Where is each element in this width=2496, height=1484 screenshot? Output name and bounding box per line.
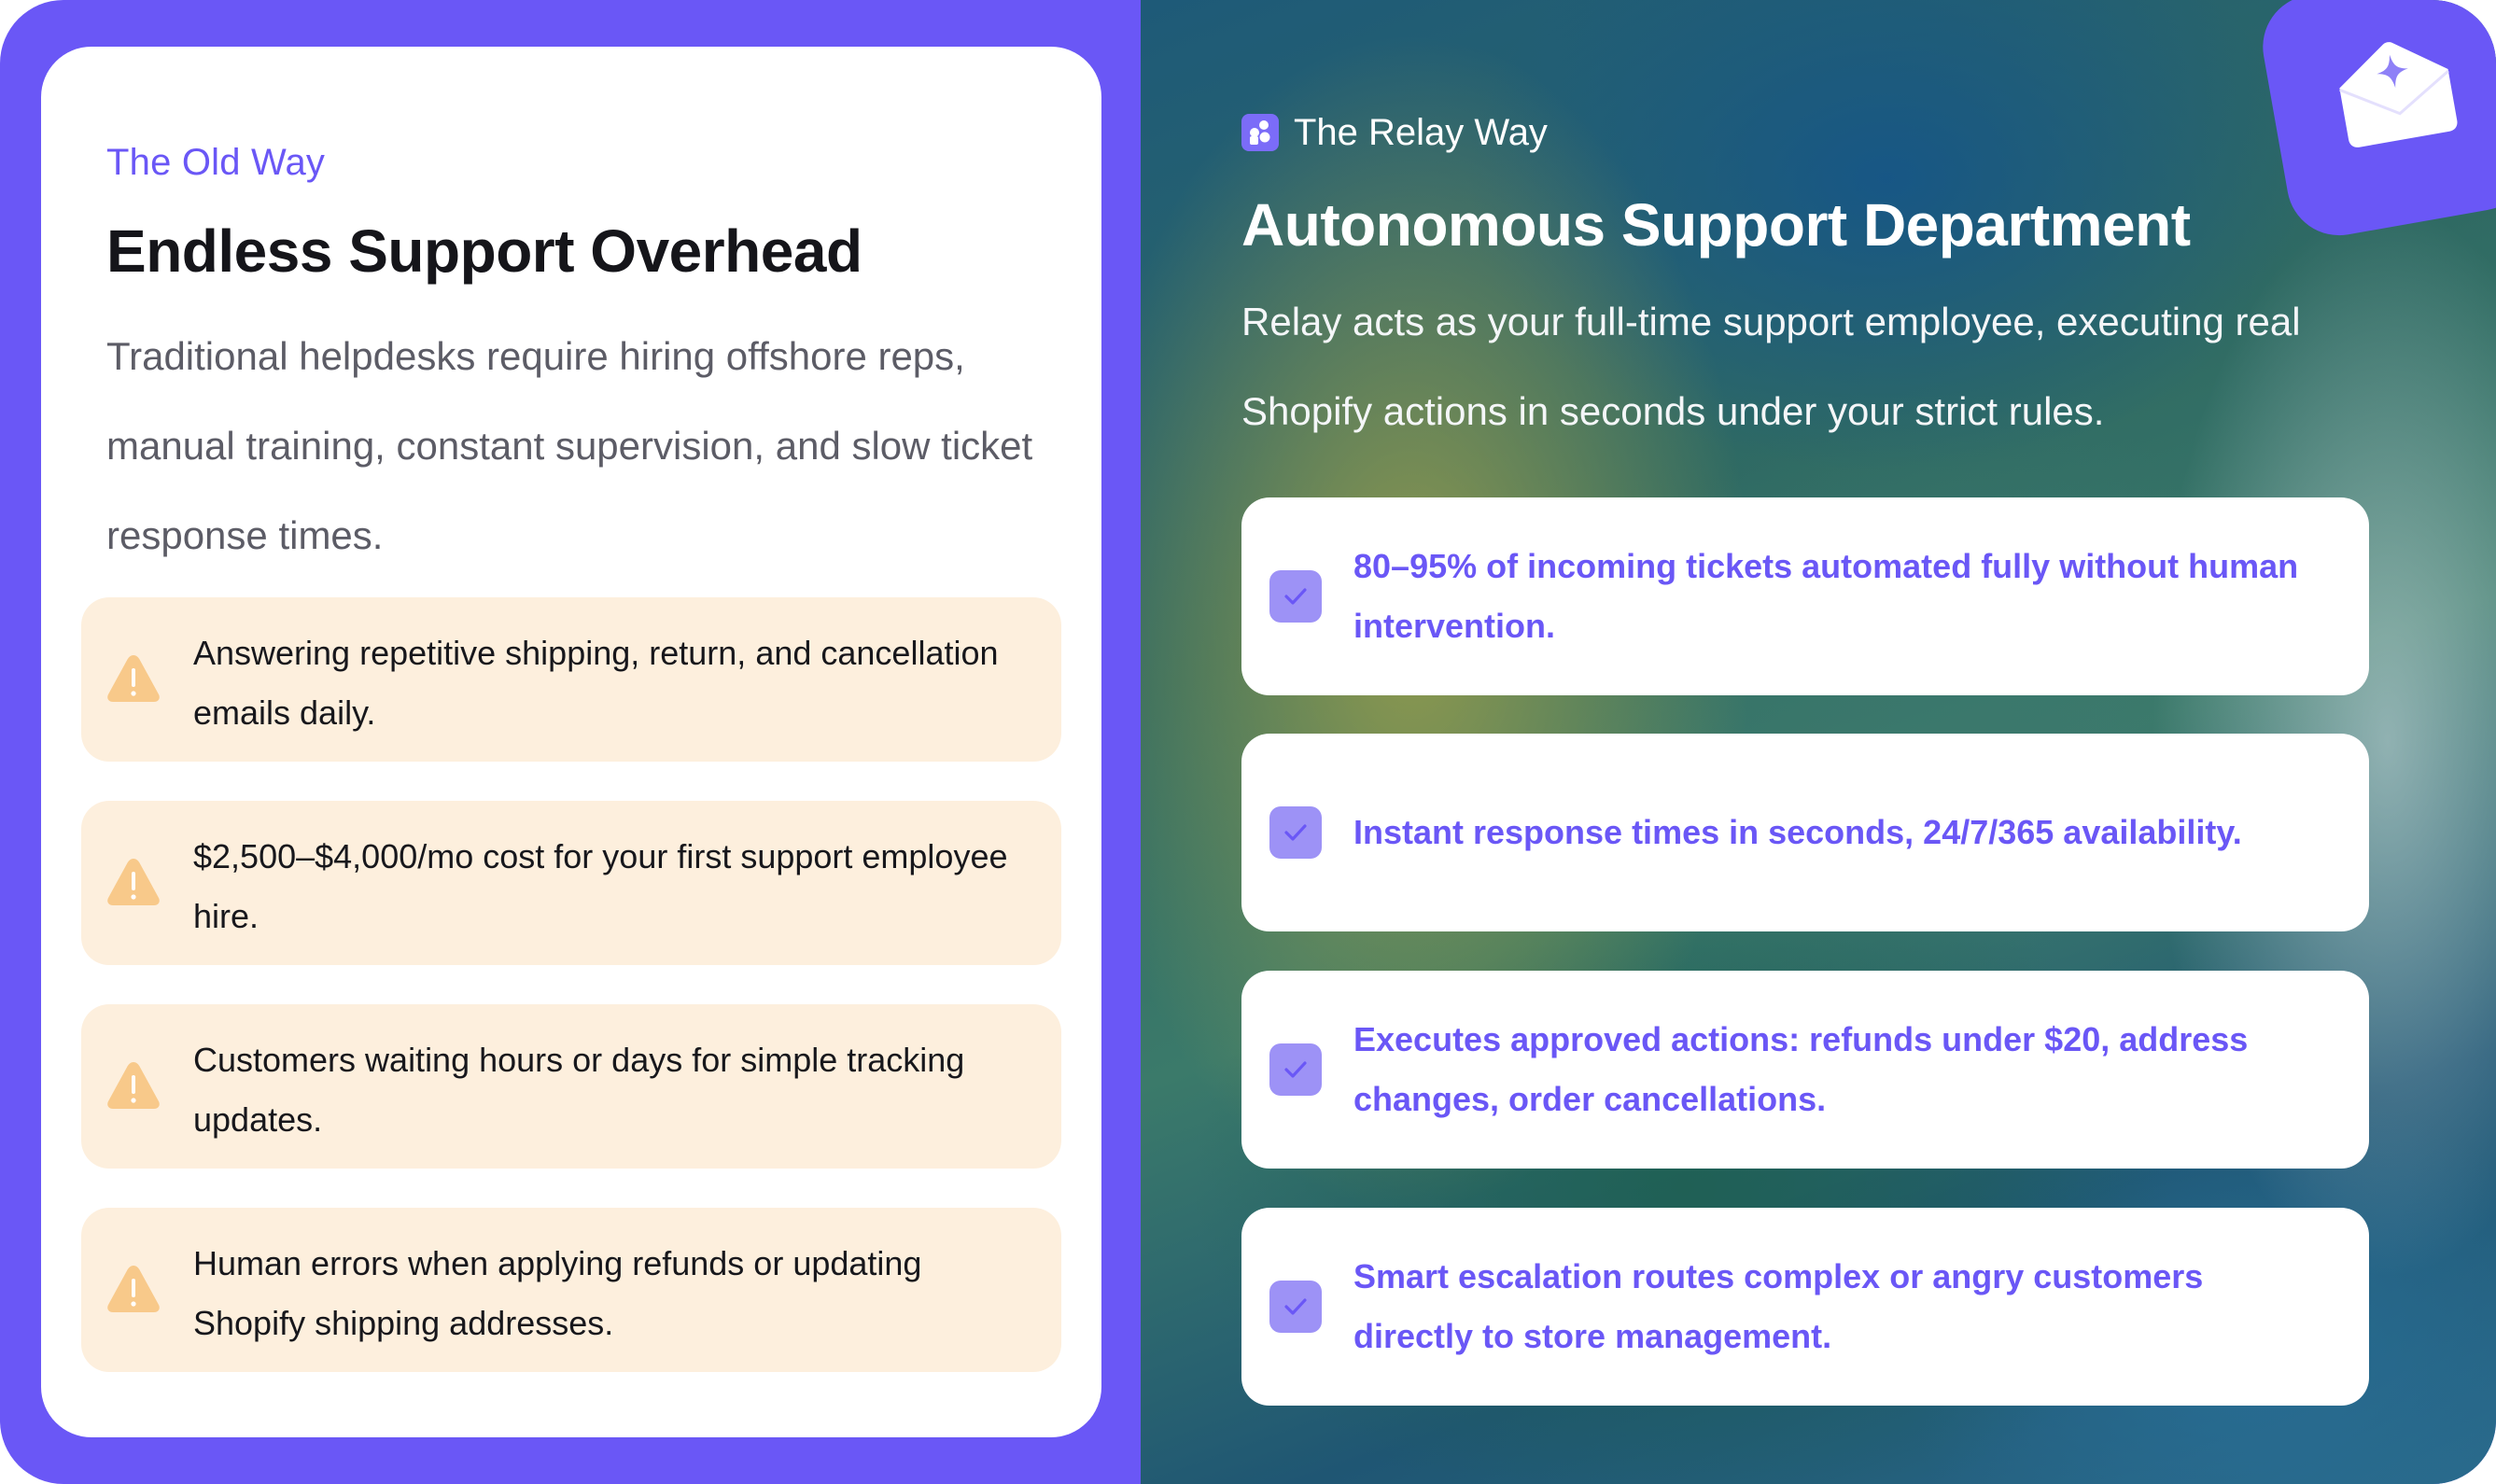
benefit-text: Instant response times in seconds, 24/7/… <box>1353 813 2242 851</box>
benefit-text: Smart escalation routes complex or angry… <box>1353 1257 2204 1355</box>
warning-icon <box>107 1062 160 1109</box>
relay-way-kicker: The Relay Way <box>1241 110 1548 155</box>
pain-text: $2,500–$4,000/mo cost for your first sup… <box>193 837 1008 935</box>
old-way-card: The Old Way Endless Support Overhead Tra… <box>41 47 1101 1437</box>
pain-text: Customers waiting hours or days for simp… <box>193 1041 965 1139</box>
pain-text: Answering repetitive shipping, return, a… <box>193 634 999 732</box>
benefit-item: 80–95% of incoming tickets automated ful… <box>1241 497 2369 695</box>
relay-way-kicker-text: The Relay Way <box>1294 111 1548 153</box>
benefit-item: Smart escalation routes complex or angry… <box>1241 1208 2369 1406</box>
old-way-kicker: The Old Way <box>106 142 326 183</box>
benefit-item: Executes approved actions: refunds under… <box>1241 971 2369 1169</box>
warning-icon <box>107 1266 160 1312</box>
check-icon <box>1269 806 1322 859</box>
relay-way-description: Relay acts as your full-time support emp… <box>1241 300 2301 433</box>
relay-way-title: Autonomous Support Department <box>1241 191 2191 259</box>
warning-icon <box>107 859 160 905</box>
old-way-title: Endless Support Overhead <box>106 217 862 285</box>
benefit-text: Executes approved actions: refunds under… <box>1353 1020 2249 1118</box>
benefit-item: Instant response times in seconds, 24/7/… <box>1241 734 2369 931</box>
page-frame: The Old Way Endless Support Overhead Tra… <box>0 0 2496 1484</box>
warning-icon <box>107 655 160 702</box>
check-icon <box>1269 1043 1322 1096</box>
benefit-text: 80–95% of incoming tickets automated ful… <box>1353 547 2299 645</box>
check-icon <box>1269 1281 1322 1333</box>
pain-item: Human errors when applying refunds or up… <box>81 1208 1061 1372</box>
pain-item: $2,500–$4,000/mo cost for your first sup… <box>81 801 1061 965</box>
relay-logo-icon <box>1241 114 1279 151</box>
sparkle-envelope-icon <box>2339 42 2458 147</box>
pain-item: Customers waiting hours or days for simp… <box>81 1004 1061 1169</box>
pain-item: Answering repetitive shipping, return, a… <box>81 597 1061 762</box>
relay-way-panel: The Relay Way Autonomous Support Departm… <box>1141 0 2496 1484</box>
check-icon <box>1269 570 1322 623</box>
pain-text: Human errors when applying refunds or up… <box>193 1244 922 1342</box>
old-way-description: Traditional helpdesks require hiring off… <box>106 334 1033 557</box>
